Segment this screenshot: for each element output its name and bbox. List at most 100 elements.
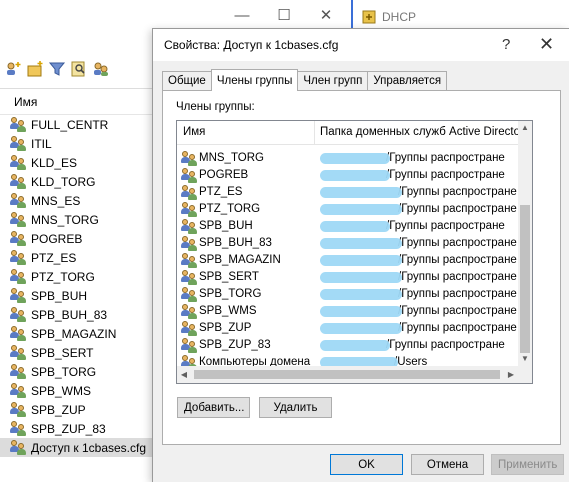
list-item-label: SPB_ZUP	[31, 402, 86, 417]
list-item[interactable]: KLD_TORG	[0, 172, 152, 191]
tab-general[interactable]: Общие	[162, 71, 212, 91]
group-icon	[10, 307, 27, 322]
apply-button[interactable]: Применить	[491, 454, 564, 475]
member-folder-path: /Группы распростране	[398, 186, 517, 198]
list-item-label: SPB_SERT	[31, 345, 94, 360]
list-item-label: MNS_ES	[31, 193, 81, 208]
add-group-icon[interactable]	[26, 60, 44, 78]
list-item-label: SPB_WMS	[31, 383, 92, 398]
list-item[interactable]: MNS_ES	[0, 191, 152, 210]
list-item[interactable]: Доступ к 1cbases.cfg	[0, 438, 152, 457]
member-row[interactable]: SPB_ZUP/Группы распростране	[177, 320, 518, 337]
list-item[interactable]: POGREB	[0, 229, 152, 248]
list-item-label: PTZ_TORG	[31, 269, 95, 284]
list-item[interactable]: PTZ_TORG	[0, 267, 152, 286]
redaction-mark	[320, 221, 390, 232]
vertical-scroll-thumb[interactable]	[520, 205, 530, 353]
list-item[interactable]: FULL_CENTR	[0, 115, 152, 134]
member-row[interactable]: POGREB/Группы распростране	[177, 167, 518, 184]
list-item[interactable]: SPB_TORG	[0, 362, 152, 381]
column-header-folder[interactable]: Папка доменных служб Active Directo	[320, 126, 518, 138]
redaction-mark	[320, 272, 402, 283]
dialog-titlebar[interactable]: Свойства: Доступ к 1cbases.cfg ? ✕	[153, 29, 569, 61]
members-label: Члены группы:	[176, 101, 255, 113]
tab-members[interactable]: Члены группы	[210, 69, 299, 91]
horizontal-scrollbar[interactable]: ◀ ▶	[177, 366, 518, 383]
list-item[interactable]: SPB_BUH_83	[0, 305, 152, 324]
member-row[interactable]: SPB_WMS/Группы распростране	[177, 303, 518, 320]
member-row[interactable]: SPB_MAGAZIN/Группы распростране	[177, 252, 518, 269]
redaction-mark	[320, 340, 390, 351]
list-item-label: KLD_TORG	[31, 174, 96, 189]
member-row[interactable]: PTZ_TORG/Группы распростране	[177, 201, 518, 218]
scroll-down-icon[interactable]: ▼	[518, 352, 532, 366]
list-item[interactable]: SPB_ZUP	[0, 400, 152, 419]
vertical-scrollbar[interactable]: ▲ ▼	[518, 121, 532, 366]
group-icon	[10, 231, 27, 246]
close-icon[interactable]: ✕	[318, 8, 334, 24]
maximize-icon[interactable]: ☐	[276, 8, 292, 24]
ok-button[interactable]: OK	[330, 454, 403, 475]
list-item[interactable]: SPB_SERT	[0, 343, 152, 362]
member-row[interactable]: PTZ_ES/Группы распростране	[177, 184, 518, 201]
member-folder-path: /Группы распростране	[386, 339, 505, 351]
list-item[interactable]: ITIL	[0, 134, 152, 153]
cancel-button[interactable]: Отмена	[411, 454, 484, 475]
members-tab-panel: Члены группы: Имя Папка доменных служб A…	[162, 90, 561, 445]
scroll-right-icon[interactable]: ▶	[504, 366, 518, 383]
list-item[interactable]: KLD_ES	[0, 153, 152, 172]
members-list[interactable]: Имя Папка доменных служб Active Directo …	[176, 120, 533, 384]
list-item-label: ITIL	[31, 136, 52, 151]
member-row[interactable]: SPB_TORG/Группы распростране	[177, 286, 518, 303]
list-item[interactable]: MNS_TORG	[0, 210, 152, 229]
list-item-label: PTZ_ES	[31, 250, 77, 265]
member-folder-path: /Группы распростране	[386, 152, 505, 164]
list-item[interactable]: PTZ_ES	[0, 248, 152, 267]
member-row[interactable]: SPB_SERT/Группы распростране	[177, 269, 518, 286]
scroll-left-icon[interactable]: ◀	[177, 366, 191, 383]
group-icon	[10, 440, 27, 455]
list-item-label: FULL_CENTR	[31, 117, 109, 132]
member-folder-path: /Группы распростране	[386, 169, 505, 181]
column-header-name[interactable]: Имя	[0, 89, 152, 115]
member-row[interactable]: SPB_BUH/Группы распростране	[177, 218, 518, 235]
remove-button[interactable]: Удалить	[259, 397, 332, 418]
add-to-group-icon[interactable]	[92, 60, 110, 78]
member-row[interactable]: MNS_TORG/Группы распростране	[177, 150, 518, 167]
add-button[interactable]: Добавить...	[177, 397, 250, 418]
member-name: POGREB	[199, 169, 249, 181]
horizontal-scroll-thumb[interactable]	[194, 370, 500, 379]
find-icon[interactable]	[70, 60, 88, 78]
member-folder-path: /Группы распростране	[398, 322, 517, 334]
list-item[interactable]: SPB_WMS	[0, 381, 152, 400]
list-item[interactable]: SPB_BUH	[0, 286, 152, 305]
group-icon	[10, 136, 27, 151]
tab-member-of[interactable]: Член групп	[297, 71, 369, 91]
member-folder-path: /Группы распростране	[398, 288, 517, 300]
group-icon	[10, 250, 27, 265]
member-row[interactable]: SPB_BUH_83/Группы распростране	[177, 235, 518, 252]
list-item[interactable]: SPB_MAGAZIN	[0, 324, 152, 343]
help-icon[interactable]: ?	[502, 36, 510, 53]
tab-managed-by[interactable]: Управляется	[367, 71, 448, 91]
column-header-name[interactable]: Имя	[183, 126, 205, 138]
members-list-header: Имя Папка доменных служб Active Directo	[177, 121, 518, 145]
group-icon	[10, 402, 27, 417]
dialog-close-icon[interactable]: ✕	[539, 34, 554, 55]
list-item[interactable]: SPB_ZUP_83	[0, 419, 152, 438]
list-item-label: SPB_TORG	[31, 364, 97, 379]
minimize-icon[interactable]: —	[234, 8, 250, 24]
redaction-mark	[320, 238, 402, 249]
dhcp-title-text: DHCP	[382, 10, 417, 24]
member-folder-path: /Группы распростране	[398, 203, 517, 215]
column-divider[interactable]	[314, 121, 315, 145]
member-folder-path: /Группы распростране	[398, 237, 517, 249]
scroll-up-icon[interactable]: ▲	[518, 121, 532, 135]
add-user-icon[interactable]	[4, 60, 22, 78]
member-row[interactable]: SPB_ZUP_83/Группы распростране	[177, 337, 518, 354]
group-icon	[10, 383, 27, 398]
scrollbar-corner	[518, 366, 532, 383]
dhcp-window-title[interactable]: DHCP	[362, 7, 416, 27]
group-icon	[181, 270, 198, 285]
filter-icon[interactable]	[48, 60, 66, 78]
